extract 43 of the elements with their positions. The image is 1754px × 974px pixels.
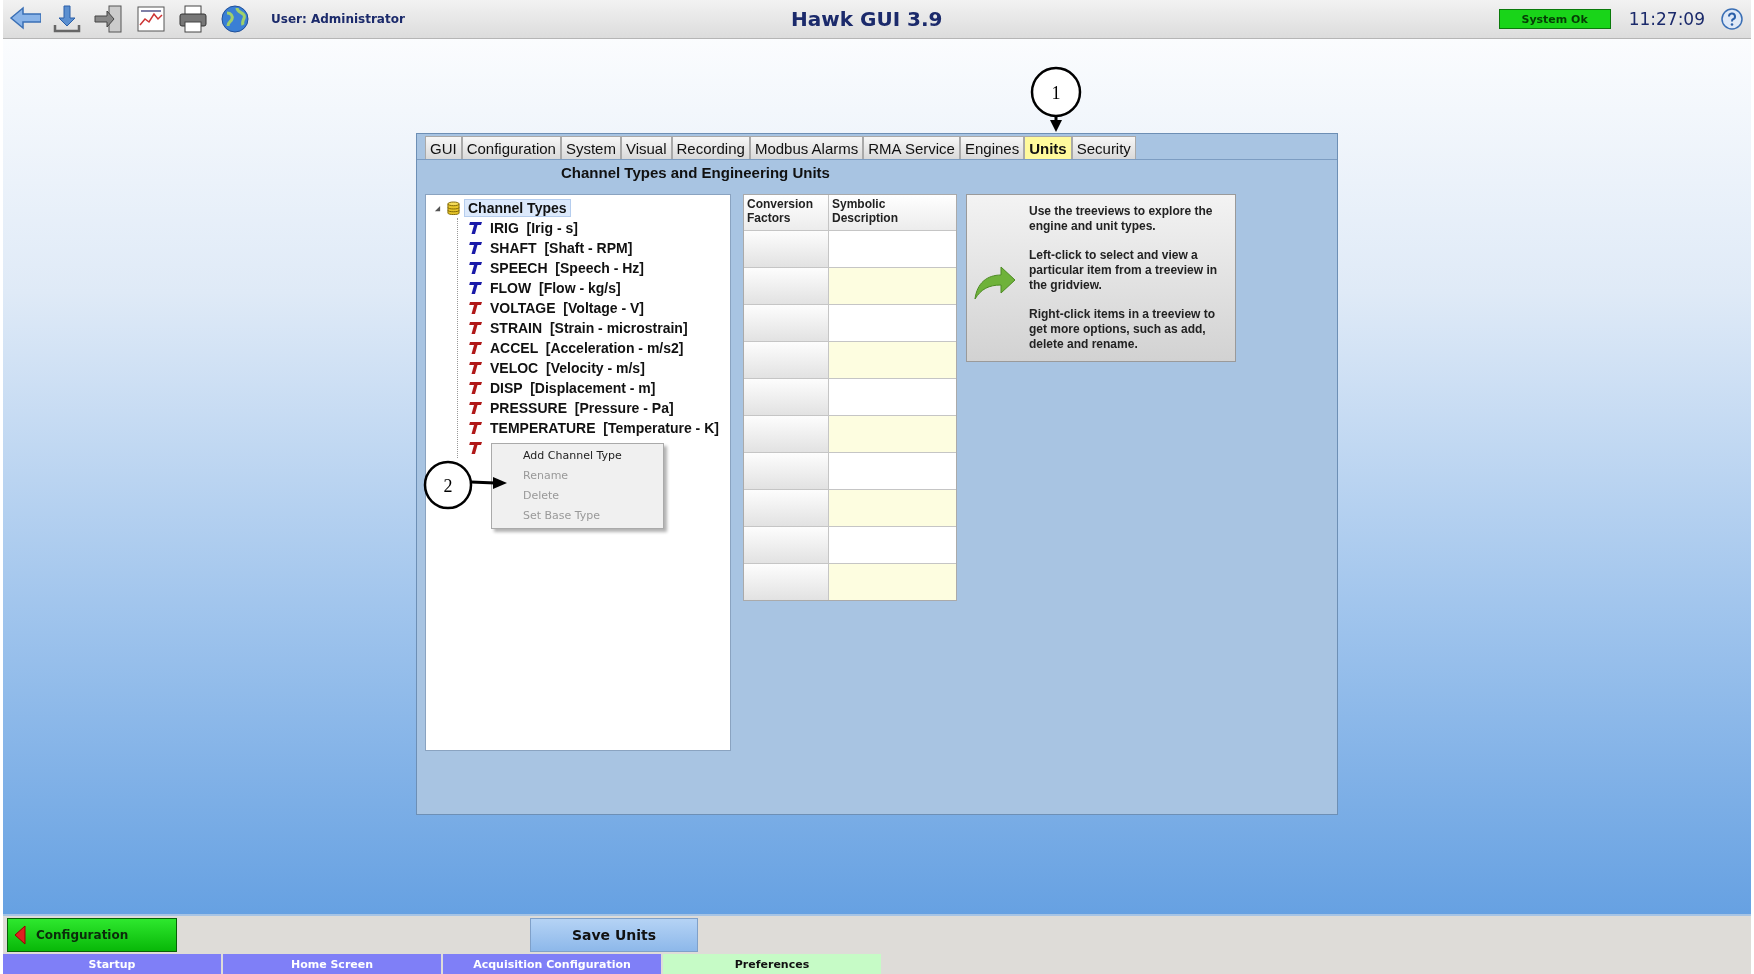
help-text: Left-click to select and view a particular item from a treeview in the gridview.: [1029, 248, 1219, 293]
collapse-arrow-icon[interactable]: [434, 204, 441, 212]
tree-item[interactable]: VELOC [Velocity - m/s]: [487, 360, 648, 376]
tab[interactable]: Visual: [620, 136, 672, 159]
tab[interactable]: Configuration: [461, 136, 561, 159]
download-icon[interactable]: [51, 3, 83, 35]
tree-item[interactable]: IRIG [Irig - s]: [487, 220, 581, 236]
globe-icon[interactable]: [219, 3, 251, 35]
tab[interactable]: System: [560, 136, 621, 159]
chart-icon[interactable]: [135, 3, 167, 35]
tree-item[interactable]: ACCEL [Acceleration - m/s2]: [487, 340, 687, 356]
panel-title: Channel Types and Engineering Units: [560, 163, 831, 183]
back-button[interactable]: Configuration: [7, 918, 177, 952]
tree-item[interactable]: TEMPERATURE [Temperature - K]: [487, 420, 722, 436]
status-indicator: System Ok: [1498, 9, 1611, 29]
tree-item[interactable]: SPEECH [Speech - Hz]: [487, 260, 648, 276]
clock-time: 11:27:09: [1628, 9, 1705, 29]
database-icon: [447, 200, 460, 216]
tab[interactable]: Units: [1024, 136, 1072, 159]
user-label: User: Administrator: [271, 12, 406, 26]
tree-item[interactable]: STRAIN [Strain - microstrain]: [487, 320, 691, 336]
tree-item[interactable]: SHAFT [Shaft - RPM]: [487, 240, 636, 256]
column-header: Conversion Factors: [744, 195, 829, 230]
tree-item[interactable]: PRESSURE [Pressure - Pa]: [487, 400, 677, 416]
tab[interactable]: Modbus Alarms: [749, 136, 864, 159]
help-text: Right-click items in a treeview to get more options, such as add, delete and rename.: [1029, 307, 1217, 352]
printer-icon[interactable]: [177, 3, 209, 35]
tree-item[interactable]: VOLTAGE [Voltage - V]: [487, 300, 647, 316]
back-arrow-icon: [14, 925, 26, 945]
app-title: Hawk GUI 3.9: [791, 7, 944, 31]
tab[interactable]: Recording: [671, 136, 750, 159]
tree-item[interactable]: DISP [Displacement - m]: [487, 380, 659, 396]
help-icon[interactable]: [1721, 8, 1743, 30]
tab[interactable]: Engines: [959, 136, 1025, 159]
tab[interactable]: Security: [1071, 136, 1136, 159]
tab[interactable]: RMA Service: [863, 136, 960, 159]
tab[interactable]: GUI: [425, 136, 462, 159]
nav-tab[interactable]: Preferences: [663, 954, 881, 974]
help-text: Use the treeviews to explore the engine and unit types.: [1029, 204, 1214, 234]
tree-root-item[interactable]: Channel Types: [464, 199, 571, 217]
tree-item[interactable]: FLOW [Flow - kg/s]: [487, 280, 624, 296]
save-units-button[interactable]: Save Units: [530, 918, 698, 952]
exit-door-icon[interactable]: [93, 3, 125, 35]
